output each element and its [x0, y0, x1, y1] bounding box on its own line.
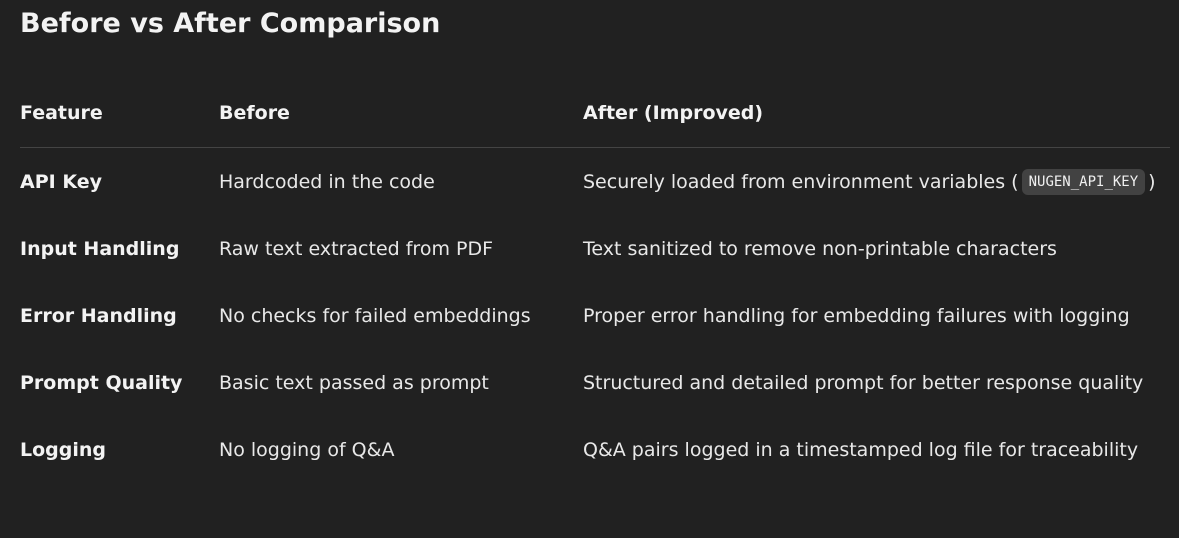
column-header-after: After (Improved) [583, 102, 764, 124]
after-cell: Proper error handling for embedding fail… [583, 305, 1130, 327]
table-row: API Key Hardcoded in the code Securely l… [20, 148, 1170, 215]
before-cell: Basic text passed as prompt [219, 372, 489, 394]
after-cell: Text sanitized to remove non-printable c… [583, 238, 1057, 260]
feature-cell: Logging [20, 439, 107, 461]
table-row: Prompt Quality Basic text passed as prom… [20, 349, 1170, 416]
feature-cell: Prompt Quality [20, 372, 183, 394]
after-cell: Securely loaded from environment variabl… [583, 149, 1156, 215]
comparison-table: Feature Before After (Improved) API Key … [20, 80, 1170, 483]
inline-code: NUGEN_API_KEY [1021, 169, 1146, 195]
before-cell: No checks for failed embeddings [219, 305, 531, 327]
table-row: Logging No logging of Q&A Q&A pairs logg… [20, 416, 1170, 483]
before-cell: No logging of Q&A [219, 439, 395, 461]
column-header-feature: Feature [20, 102, 103, 124]
before-cell: Raw text extracted from PDF [219, 238, 494, 260]
feature-cell: Error Handling [20, 305, 177, 327]
after-text: Securely loaded from environment variabl… [583, 171, 1019, 193]
after-text-suffix: ) [1148, 171, 1156, 193]
before-cell: Hardcoded in the code [219, 171, 435, 193]
feature-cell: Input Handling [20, 238, 180, 260]
after-cell: Q&A pairs logged in a timestamped log fi… [583, 439, 1139, 461]
after-cell: Structured and detailed prompt for bette… [583, 372, 1144, 394]
table-header-row: Feature Before After (Improved) [20, 80, 1170, 148]
feature-cell: API Key [20, 171, 102, 193]
table-row: Input Handling Raw text extracted from P… [20, 215, 1170, 282]
column-header-before: Before [219, 102, 290, 124]
section-heading: Before vs After Comparison [20, 8, 441, 39]
table-row: Error Handling No checks for failed embe… [20, 282, 1170, 349]
